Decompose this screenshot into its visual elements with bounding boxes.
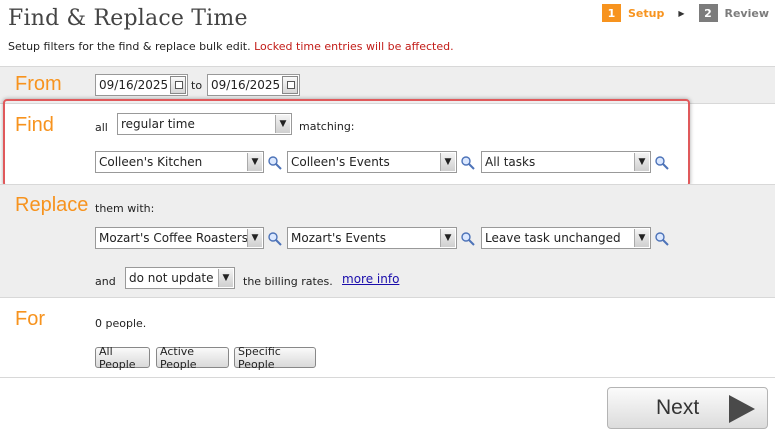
matching-text: matching: (299, 120, 355, 133)
search-icon[interactable] (267, 155, 283, 171)
chevron-down-icon: ▼ (218, 269, 233, 287)
all-text: all (95, 121, 108, 134)
replace-task-value: Leave task unchanged (485, 231, 621, 245)
subtitle-text: Setup filters for the find & replace bul… (8, 40, 251, 53)
find-project-value: Colleen's Events (291, 155, 390, 169)
locked-warning: Locked time entries will be affected. (254, 40, 454, 53)
end-date-field[interactable]: 09/16/2025 (207, 74, 300, 96)
page-title: Find & Replace Time (8, 6, 248, 31)
chevron-down-icon: ▼ (634, 153, 649, 171)
for-label: For (15, 308, 45, 330)
step-2-label: Review (724, 6, 770, 20)
replace-section: Replace them with: Mozart's Coffee Roast… (0, 184, 775, 298)
more-info-link[interactable]: more info (342, 272, 399, 286)
next-button[interactable]: Next (607, 387, 768, 429)
from-label: From (15, 73, 62, 95)
from-section: From 09/16/2025 to 09/16/2025 (0, 66, 775, 104)
search-icon[interactable] (460, 155, 476, 171)
search-icon[interactable] (460, 231, 476, 247)
billing-option-value: do not update (129, 271, 214, 285)
specific-people-button[interactable]: Specific People (234, 345, 316, 371)
start-date-value: 09/16/2025 (99, 78, 169, 92)
search-icon[interactable] (654, 231, 670, 247)
time-type-value: regular time (121, 117, 195, 131)
replace-project-value: Mozart's Events (291, 231, 386, 245)
billing-rates-select[interactable]: do not update ▼ (125, 267, 235, 289)
play-arrow-icon (729, 395, 755, 423)
step-1-label: Setup (627, 6, 665, 20)
find-task-select[interactable]: All tasks ▼ (481, 151, 651, 173)
replace-client-select[interactable]: Mozart's Coffee Roasters ▼ (95, 227, 264, 249)
find-label: Find (15, 114, 54, 136)
replace-label: Replace (15, 194, 89, 216)
time-type-select[interactable]: regular time ▼ (117, 113, 292, 135)
search-icon[interactable] (654, 155, 670, 171)
find-client-value: Colleen's Kitchen (99, 155, 203, 169)
chevron-down-icon: ▼ (247, 229, 262, 247)
find-client-select[interactable]: Colleen's Kitchen ▼ (95, 151, 264, 173)
replace-client-value: Mozart's Coffee Roasters (99, 231, 248, 245)
chevron-down-icon: ▼ (275, 115, 290, 133)
step-arrow-icon: ▶ (678, 8, 685, 18)
chevron-down-icon: ▼ (634, 229, 649, 247)
chevron-down-icon: ▼ (440, 153, 455, 171)
step-1-number: 1 (601, 4, 621, 22)
page-subtitle: Setup filters for the find & replace bul… (8, 40, 454, 53)
replace-project-select[interactable]: Mozart's Events ▼ (287, 227, 457, 249)
calendar-icon[interactable] (170, 76, 186, 94)
for-section: For 0 people. All People Active People S… (0, 298, 775, 378)
replace-task-select[interactable]: Leave task unchanged ▼ (481, 227, 651, 249)
chevron-down-icon: ▼ (440, 229, 455, 247)
end-date-value: 09/16/2025 (211, 78, 281, 92)
next-button-label: Next (656, 396, 700, 419)
them-with-text: them with: (95, 202, 155, 215)
wizard-steps: 1 Setup ▶ 2 Review (601, 4, 770, 22)
billing-rates-text: the billing rates. (243, 275, 333, 288)
find-task-value: All tasks (485, 155, 536, 169)
to-text: to (191, 79, 203, 92)
chevron-down-icon: ▼ (247, 153, 262, 171)
calendar-icon[interactable] (282, 76, 298, 94)
people-count-text: 0 people. (95, 317, 147, 330)
all-people-button[interactable]: All People (95, 345, 150, 371)
step-2-number: 2 (698, 4, 718, 22)
search-icon[interactable] (267, 231, 283, 247)
and-text: and (95, 275, 116, 288)
find-project-select[interactable]: Colleen's Events ▼ (287, 151, 457, 173)
find-section: Find all regular time ▼ matching: Collee… (0, 104, 775, 184)
start-date-field[interactable]: 09/16/2025 (95, 74, 188, 96)
active-people-button[interactable]: Active People (156, 345, 229, 371)
